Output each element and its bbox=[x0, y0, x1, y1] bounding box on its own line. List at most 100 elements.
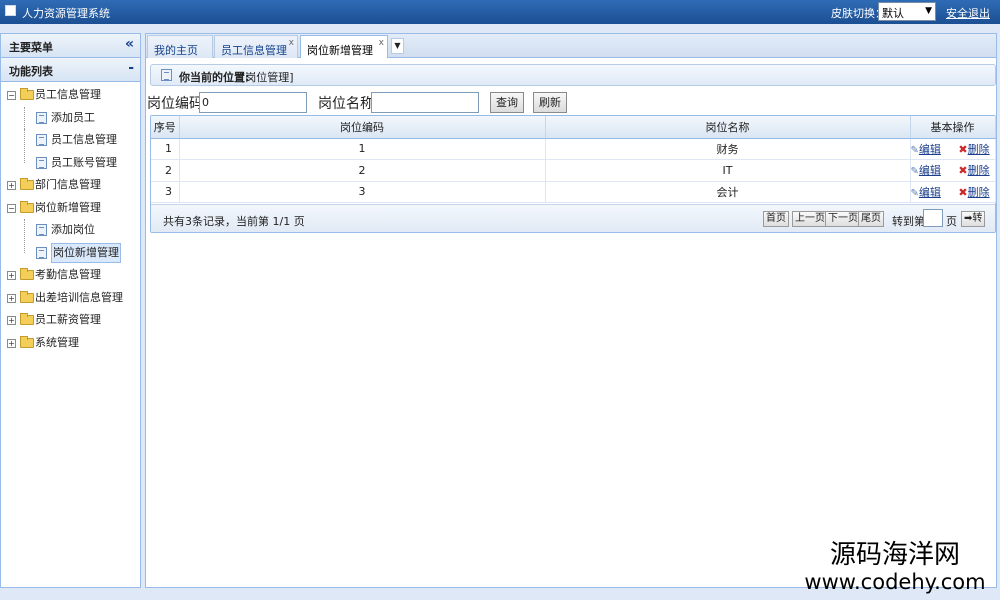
skin-select-value: 默认 bbox=[882, 7, 904, 20]
edit-link[interactable]: 编辑 bbox=[919, 186, 941, 199]
page-icon bbox=[36, 246, 47, 259]
tree-node-employee-info[interactable]: − 员工信息管理 bbox=[1, 84, 140, 107]
go-button[interactable]: ➡转 bbox=[961, 211, 986, 227]
pagination-bar: 共有3条记录，当前第 1/1 页 首页 上一页 下一页 尾页 转到第 页 ➡转 bbox=[151, 204, 995, 232]
tree-node-label: 员工薪资管理 bbox=[35, 313, 101, 326]
position-name-input[interactable] bbox=[371, 92, 479, 113]
tab-label: 岗位新增管理 bbox=[307, 44, 373, 57]
table-row[interactable]: 1 1 财务 ✎编辑 ✖删除 bbox=[151, 138, 996, 160]
column-header-code[interactable]: 岗位编码 bbox=[179, 116, 546, 139]
next-page-button[interactable]: 下一页 bbox=[825, 211, 861, 227]
expand-node-icon[interactable]: + bbox=[7, 293, 16, 303]
function-list-header[interactable]: 功能列表 - bbox=[1, 58, 140, 82]
breadcrumb-label: 你当前的位置: bbox=[179, 71, 250, 84]
tree-node-position-add[interactable]: − 岗位新增管理 bbox=[1, 197, 140, 220]
tree-node-label: 系统管理 bbox=[35, 335, 79, 349]
table-row[interactable]: 2 2 IT ✎编辑 ✖删除 bbox=[151, 159, 996, 182]
folder-icon bbox=[20, 268, 34, 280]
row-code: 3 bbox=[179, 181, 546, 203]
refresh-button[interactable]: 刷新 bbox=[533, 92, 567, 113]
row-index: 3 bbox=[151, 181, 180, 203]
position-code-input[interactable]: 0 bbox=[199, 92, 307, 113]
delete-x-icon: ✖ bbox=[958, 142, 968, 156]
tree-leaf-position-manage[interactable]: 岗位新增管理 bbox=[1, 241, 140, 265]
expand-node-icon[interactable]: + bbox=[7, 338, 16, 348]
search-form: 岗位编码: 0 岗位名称: 查询 刷新 bbox=[146, 92, 996, 114]
edit-link[interactable]: 编辑 bbox=[919, 164, 941, 177]
tree-node-label: 出差培训信息管理 bbox=[35, 290, 123, 304]
table-row[interactable]: 3 3 会计 ✎编辑 ✖删除 bbox=[151, 181, 996, 203]
delete-link[interactable]: 删除 bbox=[968, 143, 990, 156]
expand-node-icon[interactable]: + bbox=[7, 271, 16, 280]
goto-label: 转到第 bbox=[892, 215, 925, 228]
position-table: 序号 岗位编码 岗位名称 基本操作 1 1 财务 ✎编辑 ✖删除 2 2 IT … bbox=[150, 115, 996, 233]
tree-node-label: 员工信息管理 bbox=[35, 88, 101, 101]
tree-leaf-label: 员工账号管理 bbox=[51, 155, 117, 169]
goto-page-input[interactable] bbox=[923, 209, 943, 227]
collapse-node-icon[interactable]: − bbox=[7, 91, 16, 100]
tree-leaf-employee-info-manage[interactable]: 员工信息管理 bbox=[1, 129, 140, 152]
prev-page-button[interactable]: 上一页 bbox=[792, 211, 828, 227]
tree-node-system[interactable]: + 系统管理 bbox=[1, 332, 140, 355]
folder-open-icon bbox=[20, 88, 34, 100]
tree-leaf-add-position[interactable]: 添加岗位 bbox=[1, 219, 140, 242]
column-header-index[interactable]: 序号 bbox=[151, 116, 180, 139]
close-icon[interactable]: x bbox=[379, 38, 384, 48]
top-bar: 人力资源管理系统 皮肤切换： 默认 ▼ 安全退出 bbox=[0, 0, 1000, 24]
column-header-name[interactable]: 岗位名称 bbox=[545, 116, 911, 139]
column-header-actions: 基本操作 bbox=[910, 116, 996, 139]
record-info: 共有3条记录，当前第 1/1 页 bbox=[163, 215, 305, 228]
row-name: 财务 bbox=[545, 138, 911, 160]
tab-position-manage[interactable]: 岗位新增管理 x bbox=[300, 35, 388, 59]
expand-node-icon[interactable]: + bbox=[7, 181, 16, 190]
collapse-node-icon[interactable]: − bbox=[7, 203, 16, 213]
page-icon bbox=[36, 156, 47, 169]
tree-node-attendance[interactable]: + 考勤信息管理 bbox=[1, 264, 140, 287]
delete-link[interactable]: 删除 bbox=[968, 164, 990, 177]
sidebar: 主要菜单 « 功能列表 - − 员工信息管理 添加员工 员工信息管理 员工账号管… bbox=[0, 33, 141, 588]
row-name: IT bbox=[545, 159, 911, 182]
delete-x-icon: ✖ bbox=[958, 185, 968, 199]
tree-leaf-label-selected: 岗位新增管理 bbox=[51, 242, 121, 263]
tab-employee-info[interactable]: 员工信息管理 x bbox=[214, 35, 298, 59]
tree-leaf-add-employee[interactable]: 添加员工 bbox=[1, 106, 140, 130]
tree-leaf-employee-account[interactable]: 员工账号管理 bbox=[1, 151, 140, 175]
minus-icon[interactable]: - bbox=[128, 60, 134, 76]
tab-home[interactable]: 我的主页 bbox=[147, 35, 213, 59]
row-name: 会计 bbox=[545, 181, 911, 203]
row-index: 1 bbox=[151, 138, 180, 160]
page-icon bbox=[161, 69, 172, 81]
first-page-button[interactable]: 首页 bbox=[763, 211, 789, 227]
expand-node-icon[interactable]: + bbox=[7, 316, 16, 325]
row-actions: ✎编辑 ✖删除 bbox=[910, 138, 996, 160]
tree-node-business-training[interactable]: + 出差培训信息管理 bbox=[1, 287, 140, 310]
position-name-label: 岗位名称: bbox=[318, 96, 379, 112]
watermark: 源码海洋网 www.codehy.com bbox=[790, 540, 1000, 594]
sidebar-title: 主要菜单 bbox=[9, 41, 53, 54]
collapse-icon[interactable]: « bbox=[125, 36, 134, 52]
tree-node-label: 考勤信息管理 bbox=[35, 268, 101, 281]
tree-node-department-info[interactable]: + 部门信息管理 bbox=[1, 174, 140, 197]
close-icon[interactable]: x bbox=[289, 38, 294, 48]
row-actions: ✎编辑 ✖删除 bbox=[910, 159, 996, 182]
breadcrumb-value: [岗位管理] bbox=[241, 71, 294, 84]
menu-tree: − 员工信息管理 添加员工 员工信息管理 员工账号管理 + 部门信息管理 − 岗… bbox=[1, 82, 140, 354]
tree-node-label: 部门信息管理 bbox=[35, 178, 101, 191]
skin-select[interactable]: 默认 ▼ bbox=[878, 2, 936, 21]
app-title: 人力资源管理系统 bbox=[22, 7, 110, 20]
folder-open-icon bbox=[20, 200, 34, 213]
last-page-button[interactable]: 尾页 bbox=[858, 211, 884, 227]
tab-list-menu-icon[interactable]: ▼ bbox=[391, 38, 404, 54]
tree-node-salary[interactable]: + 员工薪资管理 bbox=[1, 309, 140, 332]
watermark-site-name: 源码海洋网 bbox=[829, 540, 960, 570]
row-code: 1 bbox=[179, 138, 546, 160]
folder-icon bbox=[20, 178, 34, 190]
pencil-icon: ✎ bbox=[910, 166, 919, 178]
row-code: 2 bbox=[179, 159, 546, 182]
query-button[interactable]: 查询 bbox=[490, 92, 524, 113]
tree-leaf-label: 员工信息管理 bbox=[51, 133, 117, 146]
delete-link[interactable]: 删除 bbox=[968, 186, 990, 199]
edit-link[interactable]: 编辑 bbox=[919, 143, 941, 156]
logout-link[interactable]: 安全退出 bbox=[946, 5, 990, 21]
table-header-row: 序号 岗位编码 岗位名称 基本操作 bbox=[151, 116, 996, 139]
